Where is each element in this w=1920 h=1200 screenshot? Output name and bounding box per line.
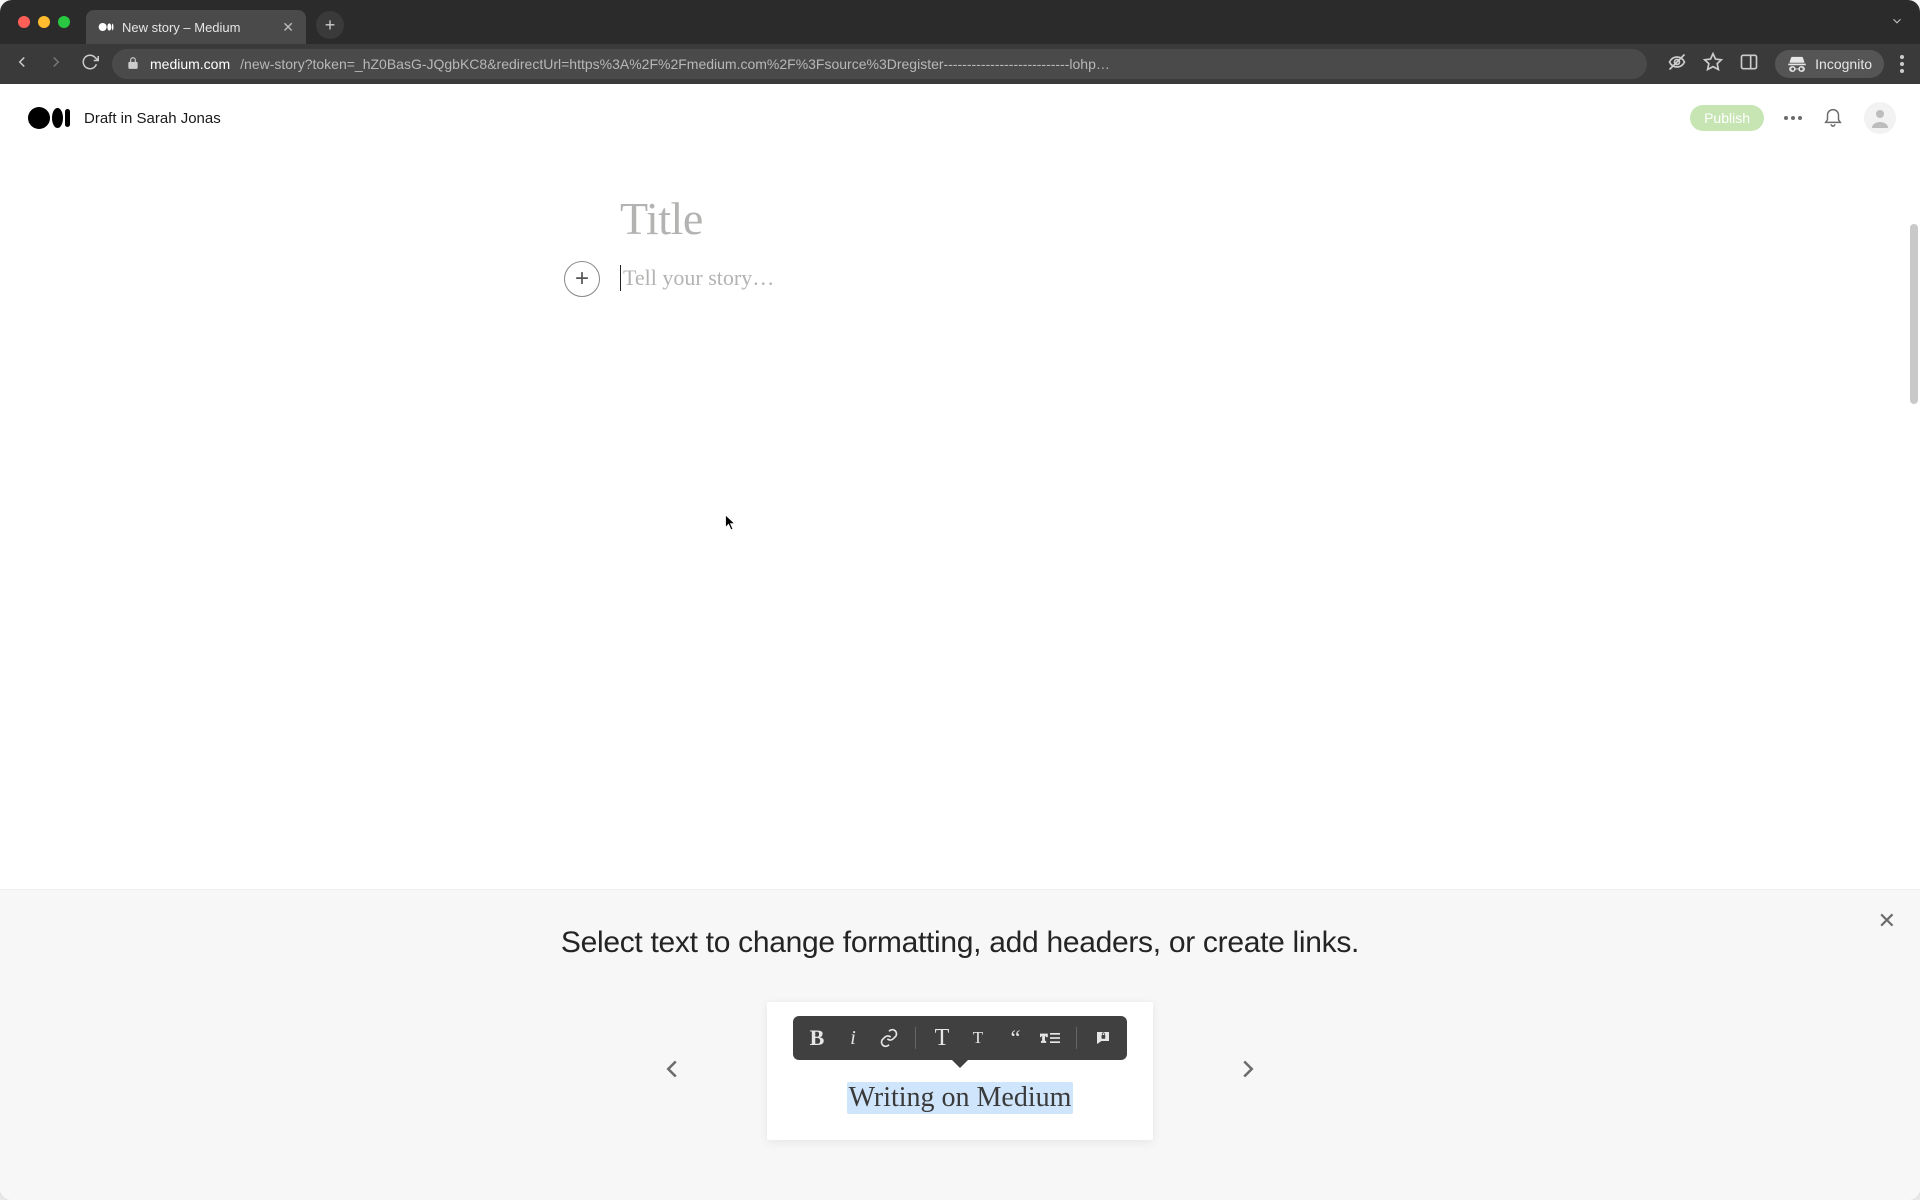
nav-forward-button[interactable] xyxy=(44,53,68,76)
url-bar[interactable]: medium.com/new-story?token=_hZ0BasG-JQgb… xyxy=(112,49,1647,79)
editor: Title + Tell your story… xyxy=(580,192,1340,291)
plus-icon: + xyxy=(575,267,589,291)
url-domain: medium.com xyxy=(150,56,230,72)
format-bold-button[interactable]: B xyxy=(801,1022,833,1054)
notifications-bell-icon[interactable] xyxy=(1822,105,1844,132)
onboarding-prev-button[interactable] xyxy=(657,1054,687,1089)
format-link-button[interactable] xyxy=(873,1022,905,1054)
window-maximize[interactable] xyxy=(58,16,70,28)
nav-back-button[interactable] xyxy=(10,53,34,76)
browser-tab-strip: New story – Medium ✕ + xyxy=(0,0,1920,44)
link-icon xyxy=(879,1028,899,1048)
incognito-label: Incognito xyxy=(1815,56,1872,72)
onboarding-example-text: Writing on Medium xyxy=(847,1082,1074,1114)
format-heading-small-button[interactable]: T xyxy=(962,1022,994,1054)
lock-icon xyxy=(126,56,140,73)
drop-cap-icon: T xyxy=(1040,1030,1060,1046)
tab-close-button[interactable]: ✕ xyxy=(282,19,294,36)
mouse-cursor-icon xyxy=(725,514,737,532)
publish-button[interactable]: Publish xyxy=(1690,105,1764,131)
tracking-protection-icon[interactable] xyxy=(1667,52,1687,77)
svg-text:T: T xyxy=(1040,1032,1047,1045)
add-block-button[interactable]: + xyxy=(564,261,600,297)
window-close[interactable] xyxy=(18,16,30,28)
vertical-scrollbar[interactable] xyxy=(1908,84,1918,1200)
onboarding-example-card: B i T T “ T xyxy=(767,1002,1153,1140)
format-italic-button[interactable]: i xyxy=(837,1022,869,1054)
draft-status-label: Draft in Sarah Jonas xyxy=(84,110,221,127)
format-heading-large-button[interactable]: T xyxy=(926,1022,958,1054)
url-path: /new-story?token=_hZ0BasG-JQgbKC8&redire… xyxy=(240,56,1110,72)
window-controls xyxy=(18,16,70,28)
formatting-toolbar: B i T T “ T xyxy=(793,1016,1127,1060)
browser-toolbar: medium.com/new-story?token=_hZ0BasG-JQgb… xyxy=(0,44,1920,84)
tab-title: New story – Medium xyxy=(122,20,240,35)
incognito-indicator[interactable]: Incognito xyxy=(1775,50,1884,78)
tab-favicon xyxy=(98,19,114,35)
browser-tab[interactable]: New story – Medium ✕ xyxy=(86,10,306,44)
toolbar-separator xyxy=(1076,1027,1077,1049)
bookmark-star-icon[interactable] xyxy=(1703,52,1723,77)
format-drop-cap-button[interactable]: T xyxy=(1034,1022,1066,1054)
nav-reload-button[interactable] xyxy=(78,53,102,76)
new-tab-button[interactable]: + xyxy=(316,11,344,39)
side-panel-icon[interactable] xyxy=(1739,52,1759,77)
private-note-icon xyxy=(1093,1029,1113,1047)
incognito-icon xyxy=(1787,54,1807,74)
scrollbar-thumb[interactable] xyxy=(1910,224,1918,404)
toolbar-separator xyxy=(915,1027,916,1049)
format-quote-button[interactable]: “ xyxy=(998,1022,1030,1054)
medium-logo[interactable] xyxy=(28,107,70,129)
avatar[interactable] xyxy=(1864,102,1896,134)
title-input[interactable]: Title xyxy=(620,192,1340,245)
window-minimize[interactable] xyxy=(38,16,50,28)
onboarding-next-button[interactable] xyxy=(1233,1054,1263,1089)
app-header: Draft in Sarah Jonas Publish xyxy=(0,84,1920,152)
onboarding-panel: ✕ Select text to change formatting, add … xyxy=(0,889,1920,1200)
onboarding-close-button[interactable]: ✕ xyxy=(1878,908,1896,934)
chrome-menu-icon[interactable] xyxy=(1900,55,1904,73)
format-private-note-button[interactable] xyxy=(1087,1022,1119,1054)
onboarding-headline: Select text to change formatting, add he… xyxy=(40,926,1880,960)
more-menu-icon[interactable] xyxy=(1784,116,1802,120)
body-input[interactable]: Tell your story… xyxy=(620,265,774,291)
tabs-menu-chevron-icon[interactable] xyxy=(1890,14,1904,33)
